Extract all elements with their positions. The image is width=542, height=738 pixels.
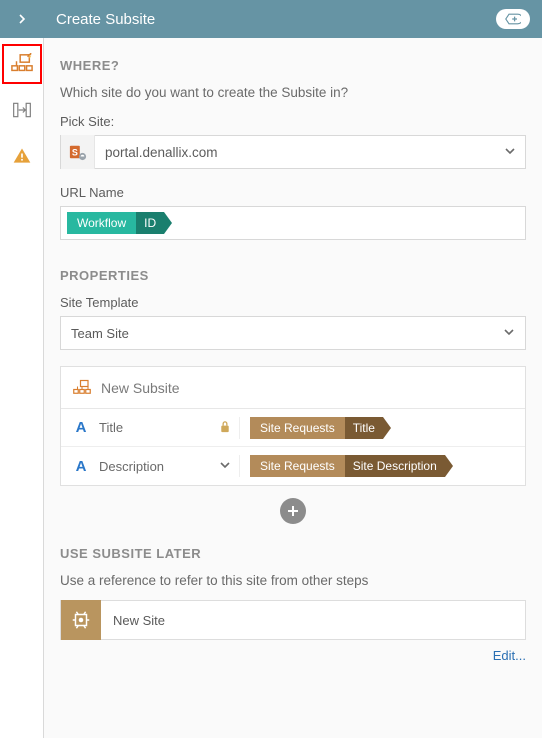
chevron-down-icon[interactable]	[219, 459, 231, 474]
use-later-help: Use a reference to refer to this site fr…	[60, 573, 526, 588]
mapping-icon	[12, 100, 32, 120]
where-help: Which site do you want to create the Sub…	[60, 85, 526, 100]
tab-conditions[interactable]	[2, 90, 42, 130]
pick-site-label: Pick Site:	[60, 114, 526, 129]
props-head-label: New Subsite	[101, 380, 180, 396]
collapse-panel-btn[interactable]	[0, 0, 44, 38]
subsite-icon	[11, 53, 33, 75]
url-name-field[interactable]: Workflow ID	[60, 206, 526, 240]
site-template-select[interactable]: Team Site	[60, 316, 526, 350]
reference-icon	[61, 600, 101, 640]
chevron-down-icon	[503, 326, 515, 341]
properties-box: New Subsite A Title Site Requests Title	[60, 366, 526, 486]
text-type-icon: A	[73, 458, 89, 475]
use-later-section-label: USE SUBSITE LATER	[60, 546, 526, 561]
lock-icon	[219, 420, 231, 436]
url-name-label: URL Name	[60, 185, 526, 200]
edit-link[interactable]: Edit...	[60, 648, 526, 663]
subsite-icon	[73, 379, 91, 397]
reference-field[interactable]: New Site	[60, 600, 526, 640]
properties-section-label: PROPERTIES	[60, 268, 526, 283]
panel-header: Create Subsite	[44, 0, 542, 38]
chevron-down-icon	[495, 145, 525, 160]
warning-icon	[12, 146, 32, 166]
site-template-label: Site Template	[60, 295, 526, 310]
panel-title: Create Subsite	[56, 11, 155, 28]
where-section-label: WHERE?	[60, 58, 526, 73]
description-token[interactable]: Site Requests Site Description	[250, 455, 453, 477]
property-row-title[interactable]: A Title Site Requests Title	[61, 409, 525, 447]
pick-site-value: portal.denallix.com	[95, 145, 495, 160]
title-token[interactable]: Site Requests Title	[250, 417, 391, 439]
workflow-id-token[interactable]: Workflow ID	[67, 212, 172, 234]
tab-settings[interactable]	[2, 44, 42, 84]
tab-errors[interactable]	[2, 136, 42, 176]
site-template-value: Team Site	[71, 326, 129, 341]
sharepoint-icon: S	[61, 135, 95, 169]
add-tag-btn[interactable]	[496, 9, 530, 29]
reference-value: New Site	[101, 613, 177, 628]
add-property-button[interactable]	[280, 498, 306, 524]
text-type-icon: A	[73, 419, 89, 436]
svg-text:S: S	[71, 148, 77, 158]
pick-site-field[interactable]: S portal.denallix.com	[60, 135, 526, 169]
property-row-description[interactable]: A Description Site Requests Site Descrip…	[61, 447, 525, 485]
